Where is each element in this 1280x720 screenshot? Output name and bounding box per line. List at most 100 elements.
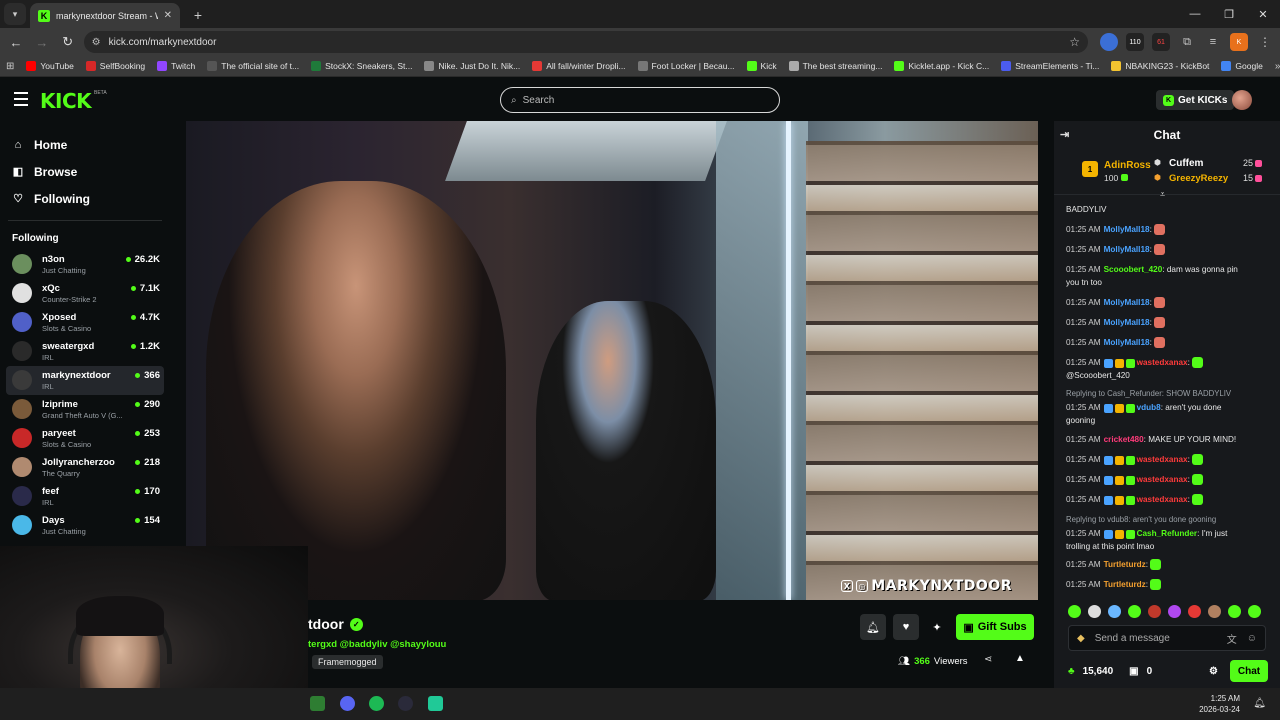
emote-icon[interactable] (1168, 604, 1181, 618)
new-tab-button[interactable]: + (186, 3, 210, 27)
bookmark-item[interactable]: The best streaming... (788, 61, 882, 71)
following-channel-item[interactable]: Days Just Chatting 154 (6, 511, 164, 540)
browser-tab[interactable]: K markynextdoor Stream - W ✕ (30, 3, 180, 28)
bookmark-item[interactable]: Kick (746, 61, 777, 71)
leaderboard-third-name[interactable]: GreezyReezy (1169, 173, 1228, 184)
bookmark-item[interactable]: YouTube (26, 61, 74, 71)
maximize-icon[interactable]: ❐ (1212, 0, 1246, 28)
gift-subs-button[interactable]: ▣ Gift Subs (956, 614, 1034, 640)
sidebar-item-browse[interactable]: ◧ Browse (12, 158, 170, 185)
bookmark-item[interactable]: Twitch (157, 61, 195, 71)
leaderboard-first-name[interactable]: AdinRoss (1104, 160, 1151, 171)
channel-points[interactable]: 15,640 (1083, 666, 1114, 677)
following-channel-item[interactable]: lziprime Grand Theft Auto V (G... 290 (6, 395, 164, 424)
apps-grid-icon[interactable]: ⊞ (6, 61, 14, 72)
minimize-icon[interactable]: — (1178, 0, 1212, 28)
extension-icon[interactable] (1100, 33, 1119, 51)
message-username[interactable]: wastedxanax (1137, 475, 1188, 484)
window-close-icon[interactable]: ✕ (1246, 0, 1280, 28)
tab-close-icon[interactable]: ✕ (164, 10, 172, 21)
message-username[interactable]: Cash_Refunder (1137, 529, 1198, 538)
streamer-name[interactable]: tdoor ✓ (308, 616, 363, 632)
streaming-app-icon[interactable] (428, 696, 443, 711)
message-username[interactable]: wastedxanax (1137, 495, 1188, 504)
emote-icon[interactable] (1248, 604, 1261, 618)
emote-icon[interactable] (1148, 604, 1161, 618)
extension-badge-1[interactable]: 110 (1126, 33, 1145, 51)
collapse-chat-icon[interactable]: ⇥ (1060, 128, 1069, 141)
user-avatar[interactable] (1232, 90, 1252, 110)
bookmark-star-icon[interactable]: ☆ (1069, 35, 1080, 49)
emote-icon[interactable] (1088, 604, 1101, 618)
message-username[interactable]: MollyMall18 (1104, 245, 1150, 254)
bookmark-item[interactable]: The official site of t... (207, 61, 299, 71)
emoji-icon[interactable]: ☺ (1247, 633, 1257, 644)
emote-icon[interactable] (1068, 604, 1081, 618)
emote-icon[interactable] (1108, 604, 1121, 618)
system-clock[interactable]: 1:25 AM 2026-03-24 (1199, 693, 1240, 715)
following-channel-item[interactable]: n3on Just Chatting 26.2K (6, 250, 164, 279)
address-bar[interactable]: ⚙ kick.com/markynextdoor ☆ (83, 31, 1089, 53)
chat-settings-gear-icon[interactable]: ⚙ (1209, 666, 1218, 677)
following-channel-item[interactable]: Xposed Slots & Casino 4.7K (6, 308, 164, 337)
reload-icon[interactable]: ↻ (58, 32, 78, 52)
emote-icon[interactable] (1128, 604, 1141, 618)
puzzle-icon[interactable]: ⧉ (1178, 33, 1196, 51)
sparkle-button[interactable]: ✦ (924, 614, 950, 640)
extension-badge-2[interactable]: 61 (1152, 33, 1171, 51)
message-username[interactable]: Turtleturdz (1104, 560, 1146, 569)
follow-heart-button[interactable]: ♥ (893, 614, 919, 640)
forward-icon[interactable]: → (32, 32, 52, 52)
get-kicks-button[interactable]: K Get KICKs (1156, 90, 1235, 110)
following-channel-item[interactable]: xQc Counter-Strike 2 7.1K (6, 279, 164, 308)
bookmark-item[interactable]: Kicklet.app - Kick C... (894, 61, 989, 71)
spotify-app-icon[interactable] (369, 696, 384, 711)
notification-bell-icon[interactable]: 🔔︎ (1253, 698, 1266, 709)
bookmark-item[interactable]: Foot Locker | Becau... (637, 61, 735, 71)
message-username[interactable]: Turtleturdz (1104, 580, 1146, 589)
message-username[interactable]: wastedxanax (1137, 358, 1188, 367)
following-channel-item[interactable]: markynextdoor IRL 366 (6, 366, 164, 395)
translate-icon[interactable]: 文 (1227, 631, 1237, 646)
reading-list-icon[interactable]: ≡ (1204, 33, 1222, 51)
message-username[interactable]: MollyMall18 (1104, 318, 1150, 327)
expand-pinned-icon[interactable]: ⩡ (1160, 189, 1165, 200)
message-username[interactable]: MollyMall18 (1104, 225, 1150, 234)
message-username[interactable]: vdub8 (1137, 403, 1161, 412)
message-username[interactable]: MollyMall18 (1104, 338, 1150, 347)
discord-app-icon[interactable] (340, 696, 355, 711)
bookmarks-overflow-icon[interactable]: » (1275, 61, 1280, 72)
back-icon[interactable]: ← (6, 32, 26, 52)
bookmark-item[interactable]: All fall/winter Dropli... (532, 61, 626, 71)
emote-picker-icon[interactable]: ◆ (1077, 633, 1085, 644)
message-username[interactable]: cricket480 (1104, 435, 1144, 444)
tab-search-icon[interactable]: ▾ (4, 3, 26, 25)
bookmark-item[interactable]: StockX: Sneakers, St... (311, 61, 412, 71)
bookmark-item[interactable]: NBAKING23 - KickBot (1111, 61, 1209, 71)
message-username[interactable]: MollyMall18 (1104, 298, 1150, 307)
video-player[interactable]: X ◎ MARKYNXTDOOR (186, 121, 1038, 600)
share-icon[interactable]: ⋖ (984, 654, 992, 665)
bookmark-item[interactable]: Google (1221, 61, 1263, 71)
xbox-app-icon[interactable] (310, 696, 325, 711)
bookmark-item[interactable]: SelfBooking (85, 61, 145, 71)
following-channel-item[interactable]: feef IRL 170 (6, 482, 164, 511)
profile-avatar[interactable]: K (1230, 33, 1249, 51)
notification-bell-button[interactable]: 🔔︎ (860, 614, 886, 640)
hamburger-menu-icon[interactable] (14, 90, 28, 108)
emote-icon[interactable] (1188, 604, 1201, 618)
send-chat-button[interactable]: Chat (1230, 660, 1268, 682)
emote-icon[interactable] (1228, 604, 1241, 618)
bookmark-item[interactable]: StreamElements - Ti... (1001, 61, 1099, 71)
bookmark-item[interactable]: Nike. Just Do It. Nik... (424, 61, 520, 71)
message-username[interactable]: Scooobert_420 (1104, 265, 1163, 274)
kick-logo[interactable]: KICK (40, 89, 92, 113)
sidebar-item-home[interactable]: ⌂ Home (12, 131, 170, 158)
sidebar-item-following[interactable]: ♡ Following (12, 185, 170, 212)
leaderboard-second-name[interactable]: Cuffem (1169, 158, 1203, 169)
following-channel-item[interactable]: paryeet Slots & Casino 253 (6, 424, 164, 453)
following-channel-item[interactable]: Jollyrancherzoo The Quarry 218 (6, 453, 164, 482)
category-tag[interactable]: Framemogged (312, 655, 383, 669)
emote-icon[interactable] (1208, 604, 1221, 618)
following-channel-item[interactable]: sweatergxd IRL 1.2K (6, 337, 164, 366)
